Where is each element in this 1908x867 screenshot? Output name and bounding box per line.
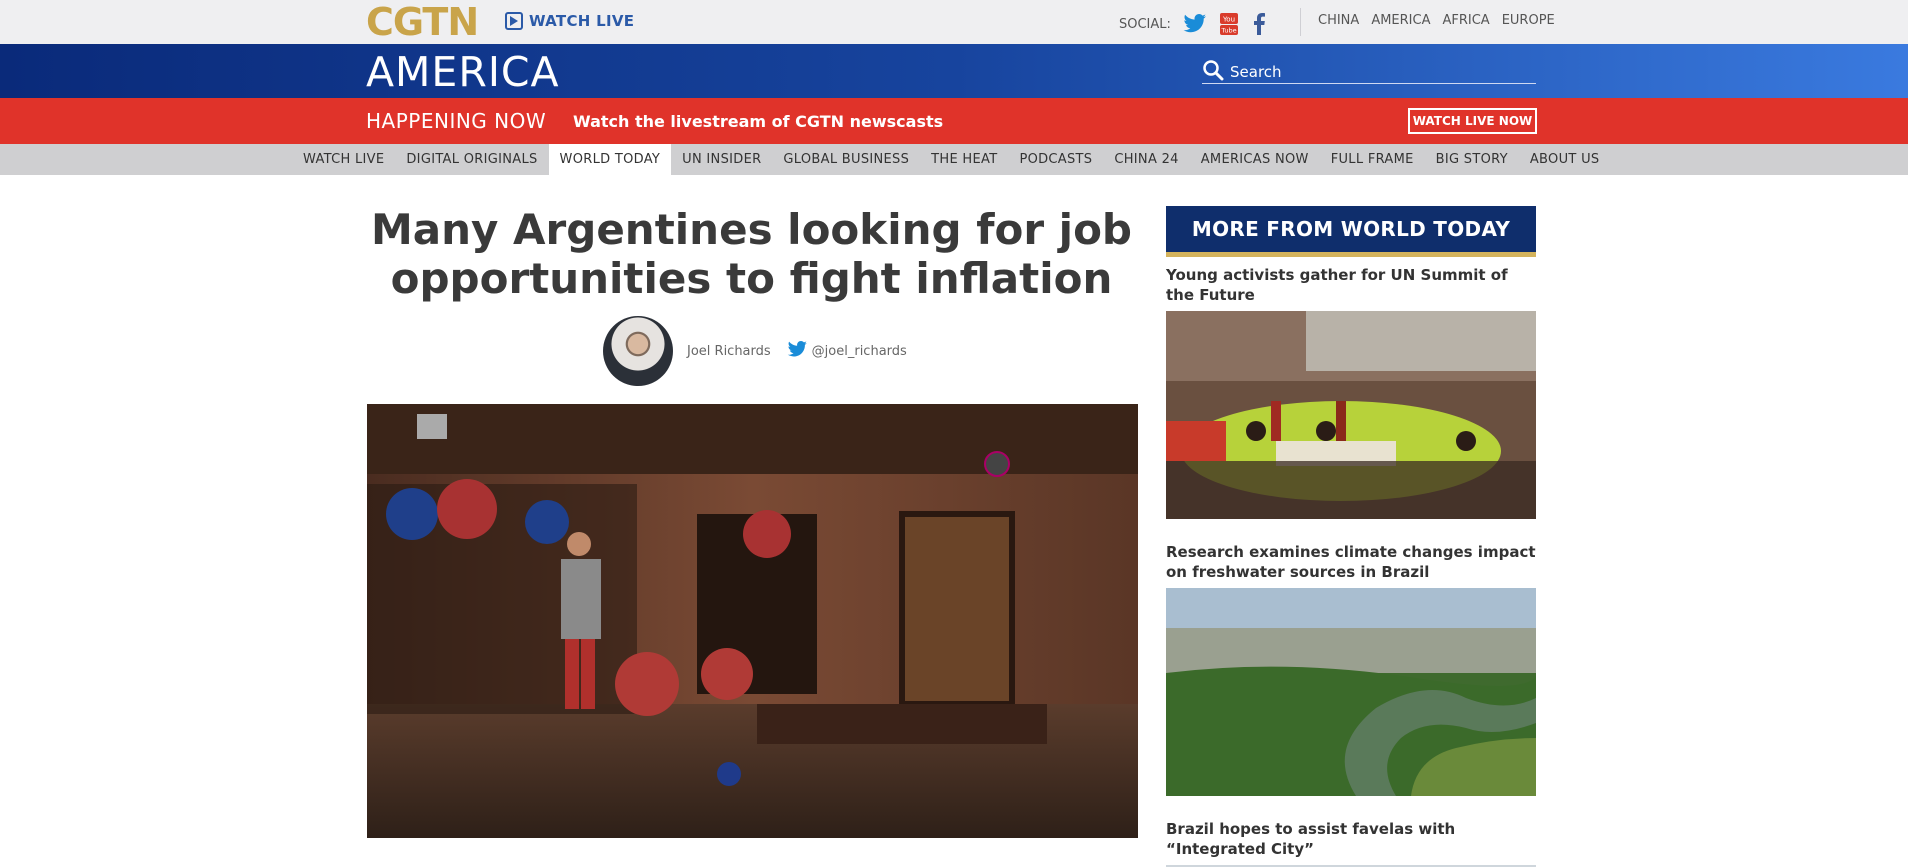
twitter-bird-icon (787, 340, 808, 362)
search-input[interactable] (1230, 62, 1530, 81)
sidebar-story-title[interactable]: Young activists gather for UN Summit of … (1166, 265, 1536, 305)
nav-item-big-story[interactable]: BIG STORY (1425, 144, 1519, 175)
sidebar-story-thumbnail[interactable] (1166, 588, 1536, 796)
facebook-icon[interactable] (1251, 13, 1267, 35)
watch-live-link[interactable]: WATCH LIVE (505, 12, 634, 30)
search-icon[interactable] (1202, 59, 1224, 85)
nav-item-about-us[interactable]: ABOUT US (1519, 144, 1611, 175)
section-title[interactable]: AMERICA (366, 48, 560, 96)
article-headline: Many Argentines looking for job opportun… (371, 205, 1132, 303)
watch-live-now-button[interactable]: WATCH LIVE NOW (1408, 108, 1537, 134)
sidebar-story-title[interactable]: Research examines climate changes impact… (1166, 542, 1536, 582)
nav-item-the-heat[interactable]: THE HEAT (920, 144, 1008, 175)
region-china[interactable]: CHINA (1318, 13, 1359, 28)
watch-live-label: WATCH LIVE (529, 12, 635, 30)
play-icon (505, 12, 523, 30)
top-bar: CGTN WATCH LIVE SOCIAL: You Tube CHINA AM… (0, 0, 1908, 44)
youtube-icon[interactable]: You Tube (1219, 13, 1239, 35)
sidebar-header: MORE FROM WORLD TODAY (1166, 206, 1536, 257)
twitter-icon[interactable] (1183, 14, 1207, 34)
svg-text:You: You (1222, 16, 1235, 24)
cgtn-logo[interactable]: CGTN (366, 2, 479, 42)
happening-now-label: HAPPENING NOW (366, 109, 547, 133)
nav-item-world-today[interactable]: WORLD TODAY (548, 144, 672, 175)
sidebar-story-thumbnail[interactable] (1166, 311, 1536, 519)
main-nav: WATCH LIVE DIGITAL ORIGINALS WORLD TODAY… (0, 144, 1908, 175)
sidebar-story[interactable]: Research examines climate changes impact… (1166, 542, 1536, 796)
author-name[interactable]: Joel Richards (687, 344, 771, 359)
nav-item-americas-now[interactable]: AMERICAS NOW (1190, 144, 1320, 175)
nav-item-china-24[interactable]: CHINA 24 (1103, 144, 1189, 175)
happening-now-bar: HAPPENING NOW Watch the livestream of CG… (0, 98, 1908, 144)
svg-text:Tube: Tube (1220, 27, 1236, 35)
article-hero-image[interactable] (367, 404, 1138, 838)
sidebar-story[interactable]: Brazil hopes to assist favelas with “Int… (1166, 819, 1536, 867)
sidebar-more-from: MORE FROM WORLD TODAY Young activists ga… (1166, 206, 1536, 867)
livestream-link[interactable]: Watch the livestream of CGTN newscasts (573, 112, 943, 131)
nav-item-full-frame[interactable]: FULL FRAME (1320, 144, 1425, 175)
region-europe[interactable]: EUROPE (1502, 13, 1555, 28)
nav-item-podcasts[interactable]: PODCASTS (1008, 144, 1103, 175)
region-africa[interactable]: AFRICA (1442, 13, 1489, 28)
nav-item-watch-live[interactable]: WATCH LIVE (292, 144, 395, 175)
sidebar-story-title[interactable]: Brazil hopes to assist favelas with “Int… (1166, 819, 1536, 859)
byline: Joel Richards @joel_richards (603, 316, 907, 386)
region-links: CHINA AMERICA AFRICA EUROPE (1318, 13, 1555, 28)
author-avatar[interactable] (603, 316, 673, 386)
region-divider (1300, 8, 1301, 36)
sidebar-story[interactable]: Young activists gather for UN Summit of … (1166, 265, 1536, 519)
nav-item-digital-originals[interactable]: DIGITAL ORIGINALS (395, 144, 548, 175)
nav-item-un-insider[interactable]: UN INSIDER (671, 144, 772, 175)
section-header: AMERICA (0, 44, 1908, 98)
search-box (1202, 59, 1536, 85)
region-america[interactable]: AMERICA (1371, 13, 1430, 28)
twitter-handle: @joel_richards (811, 343, 907, 359)
page: CGTN WATCH LIVE SOCIAL: You Tube CHINA AM… (0, 0, 1908, 867)
social-label: SOCIAL: (1119, 16, 1171, 32)
author-twitter-link[interactable]: @joel_richards (787, 340, 907, 362)
nav-item-global-business[interactable]: GLOBAL BUSINESS (772, 144, 920, 175)
social-links: SOCIAL: You Tube (1119, 13, 1267, 35)
